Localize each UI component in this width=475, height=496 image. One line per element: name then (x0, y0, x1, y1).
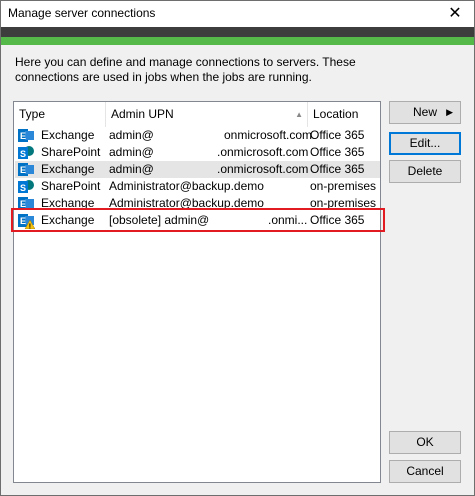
cell-admin-upn-domain: .onmicrosoft.com (217, 162, 309, 176)
exchange-icon: E (18, 163, 34, 176)
edit-button[interactable]: Edit... (389, 132, 461, 155)
table-row[interactable]: E ! Exchange [obsolete] admin@ .onmi... … (15, 212, 380, 229)
column-header-admin-upn-label: Admin UPN (111, 107, 174, 121)
table-row[interactable]: S SharePoint Administrator@backup.demo o… (15, 178, 380, 195)
cell-admin-upn-domain: onmicrosoft.com (224, 128, 313, 142)
new-button-label: New (412, 105, 437, 119)
cell-location: Office 365 (310, 213, 365, 227)
cell-admin-upn: admin@ (109, 162, 154, 176)
cell-admin-upn: Administrator@backup.demo (109, 196, 264, 210)
table-row[interactable]: E Exchange admin@ onmicrosoft.com Office… (15, 127, 380, 144)
table-row[interactable]: E Exchange Administrator@backup.demo on-… (15, 195, 380, 212)
cell-admin-upn-domain: .onmicrosoft.com (217, 145, 309, 159)
cell-location: on-premises (310, 179, 377, 193)
cell-location: on-premises (310, 196, 377, 210)
header-band-dark (1, 27, 474, 37)
table-row[interactable]: E Exchange admin@ .onmicrosoft.com Offic… (15, 161, 380, 178)
cell-type: Exchange (41, 162, 95, 176)
header-band-green (1, 37, 474, 45)
cell-type: SharePoint (41, 145, 101, 159)
list-header: Type Admin UPN ▲ Location (14, 102, 380, 127)
cell-admin-upn: admin@ (109, 128, 154, 142)
connections-list[interactable]: Type Admin UPN ▲ Location E Exchange adm… (13, 101, 381, 483)
column-header-location[interactable]: Location (308, 102, 380, 127)
cell-admin-upn: Administrator@backup.demo (109, 179, 264, 193)
cell-location: Office 365 (310, 128, 365, 142)
sharepoint-icon: S (18, 180, 34, 193)
cell-location: Office 365 (310, 162, 365, 176)
sharepoint-icon: S (18, 146, 34, 159)
exchange-icon: E (18, 129, 34, 142)
description-text: Here you can define and manage connectio… (15, 55, 356, 84)
cell-admin-upn-domain: .onmi... (268, 213, 308, 227)
window-title: Manage server connections (8, 6, 156, 20)
ok-button[interactable]: OK (389, 431, 461, 454)
svg-text:E: E (20, 199, 26, 209)
svg-text:E: E (20, 216, 26, 226)
cell-type: Exchange (41, 213, 95, 227)
svg-text:S: S (20, 183, 26, 193)
close-icon[interactable]: ✕ (436, 1, 474, 27)
column-header-type[interactable]: Type (14, 102, 106, 127)
svg-text:S: S (20, 149, 26, 159)
new-button[interactable]: New ▶ (389, 101, 461, 124)
cell-admin-upn: admin@ (109, 145, 154, 159)
cell-location: Office 365 (310, 145, 365, 159)
cell-admin-upn: [obsolete] admin@ (109, 213, 210, 227)
title-bar: Manage server connections ✕ (1, 1, 474, 27)
exchange-icon: E (18, 197, 34, 210)
manage-server-connections-dialog: Manage server connections ✕ Here you can… (0, 0, 475, 496)
cell-type: Exchange (41, 128, 95, 142)
sort-ascending-icon: ▲ (295, 110, 303, 119)
cell-type: SharePoint (41, 179, 101, 193)
column-header-admin-upn[interactable]: Admin UPN ▲ (106, 102, 308, 127)
svg-text:!: ! (29, 223, 31, 229)
cell-type: Exchange (41, 196, 95, 210)
dialog-content: Here you can define and manage connectio… (1, 45, 474, 495)
svg-text:E: E (20, 131, 26, 141)
delete-button[interactable]: Delete (389, 160, 461, 183)
cancel-button[interactable]: Cancel (389, 460, 461, 483)
svg-text:E: E (20, 165, 26, 175)
submenu-arrow-icon: ▶ (446, 107, 453, 117)
exchange-warning-icon: E ! (18, 214, 35, 229)
table-row[interactable]: S SharePoint admin@ .onmicrosoft.com Off… (15, 144, 380, 161)
